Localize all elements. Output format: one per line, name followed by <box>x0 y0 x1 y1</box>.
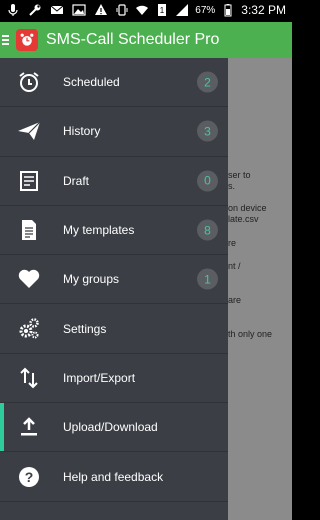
drawer-item-history[interactable]: History 3 <box>0 107 228 157</box>
import-export-arrows-icon <box>16 365 42 391</box>
drawer-item-label: History <box>63 124 101 139</box>
active-item-marker <box>0 403 4 452</box>
background-text-line: are <box>228 295 242 305</box>
app-bar: SMS-Call Scheduler Pro <box>0 22 292 58</box>
clock-time: 3:32 PM <box>241 3 286 17</box>
battery-percent: 67% <box>195 4 216 16</box>
drawer-item-settings[interactable]: Settings <box>0 304 228 354</box>
background-text-line: nt / <box>228 261 241 271</box>
count-badge: 8 <box>197 219 218 241</box>
upload-icon <box>16 414 42 440</box>
svg-text:1: 1 <box>160 6 165 15</box>
image-icon <box>72 3 86 17</box>
drawer-item-label: Scheduled <box>63 75 120 90</box>
count-badge: 2 <box>197 71 218 93</box>
battery-icon <box>221 3 235 17</box>
drawer-item-my-templates[interactable]: My templates 8 <box>0 206 228 256</box>
background-text-line: ser to <box>228 170 251 180</box>
drawer-item-upload-download[interactable]: Upload/Download <box>0 403 228 453</box>
background-text-line: s. <box>228 181 236 191</box>
status-right-icons: 1 67% 3:32 PM <box>115 3 286 17</box>
drawer-item-label: Settings <box>63 321 107 336</box>
drawer-item-help-feedback[interactable]: ? Help and feedback <box>0 452 228 502</box>
drawer-item-label: Draft <box>63 173 90 188</box>
templates-document-icon <box>16 217 42 243</box>
sim-icon: 1 <box>155 3 169 17</box>
background-text-line: late.csv <box>228 214 259 224</box>
app-title: SMS-Call Scheduler Pro <box>46 31 220 48</box>
help-question-icon: ? <box>16 464 42 490</box>
draft-document-icon <box>16 168 42 194</box>
drawer-item-draft[interactable]: Draft 0 <box>0 157 228 206</box>
drawer-item-label: Import/Export <box>63 370 136 385</box>
count-badge: 0 <box>197 170 218 192</box>
mail-icon <box>50 3 64 17</box>
vibrate-icon <box>115 3 129 17</box>
svg-text:?: ? <box>25 469 34 485</box>
status-left-icons <box>6 3 108 17</box>
count-badge: 1 <box>197 268 218 290</box>
alarm-clock-icon <box>16 69 42 95</box>
background-text-line: on device <box>228 203 267 213</box>
drawer-item-label: My groups <box>63 272 120 287</box>
drawer-item-my-groups[interactable]: My groups 1 <box>0 255 228 305</box>
gears-icon <box>16 316 42 342</box>
navigation-drawer: Scheduled 2 History 3 Draft 0 My templat… <box>0 58 228 520</box>
wifi-icon <box>135 3 149 17</box>
drawer-item-import-export[interactable]: Import/Export <box>0 354 228 404</box>
wrench-icon <box>28 3 42 17</box>
mic-icon <box>6 3 20 17</box>
drawer-item-label: My templates <box>63 223 135 238</box>
background-text-line: re <box>228 238 237 248</box>
count-badge: 3 <box>197 120 218 142</box>
background-text-line: th only one <box>228 329 273 339</box>
paper-plane-icon <box>16 118 42 144</box>
drawer-item-scheduled[interactable]: Scheduled 2 <box>0 58 228 108</box>
background-content: ser to s. on device late.csv re nt / are… <box>228 58 292 520</box>
warning-icon <box>94 3 108 17</box>
status-bar: 1 67% 3:32 PM <box>0 0 292 22</box>
heart-icon <box>16 266 42 292</box>
alarm-clock-icon[interactable] <box>16 29 38 51</box>
signal-icon <box>175 3 189 17</box>
drawer-item-label: Help and feedback <box>63 469 164 484</box>
drawer-item-label: Upload/Download <box>63 420 158 435</box>
hamburger-menu-icon[interactable] <box>2 35 12 45</box>
